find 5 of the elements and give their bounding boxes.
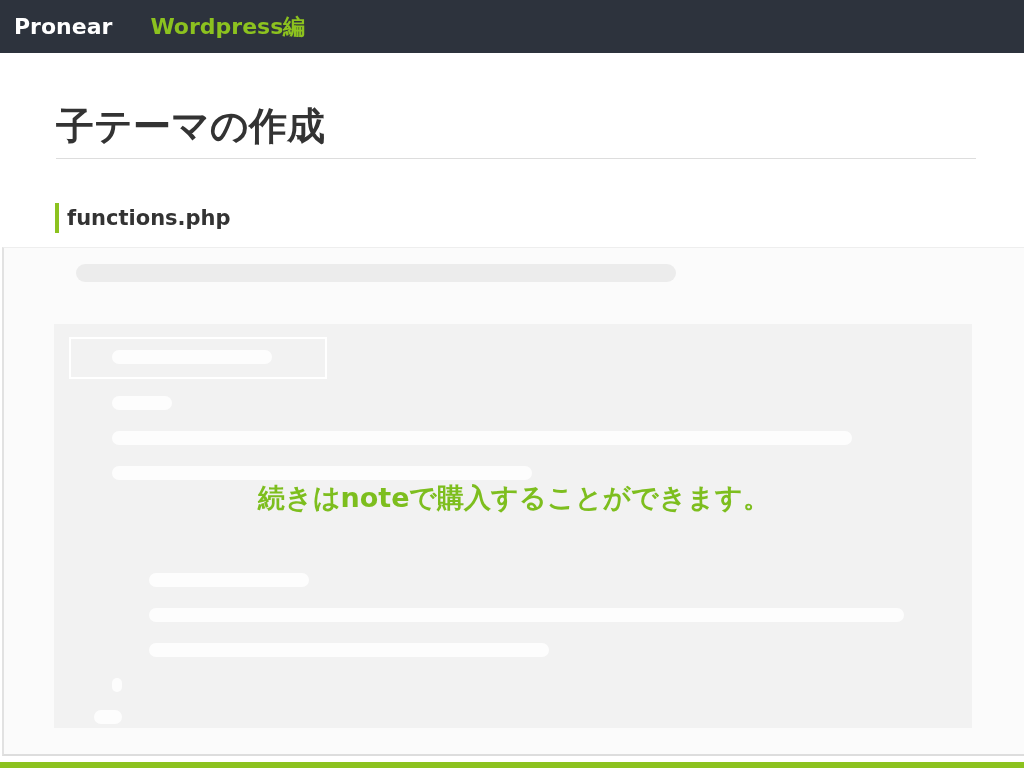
section-title: Wordpress編 — [150, 12, 306, 41]
brand-name: Pronear — [14, 14, 113, 39]
slide-title: 子テーマの作成 — [56, 101, 976, 159]
purchase-message: 続きはnoteで購入することができます。 — [256, 481, 772, 515]
section-heading: functions.php — [55, 203, 231, 233]
